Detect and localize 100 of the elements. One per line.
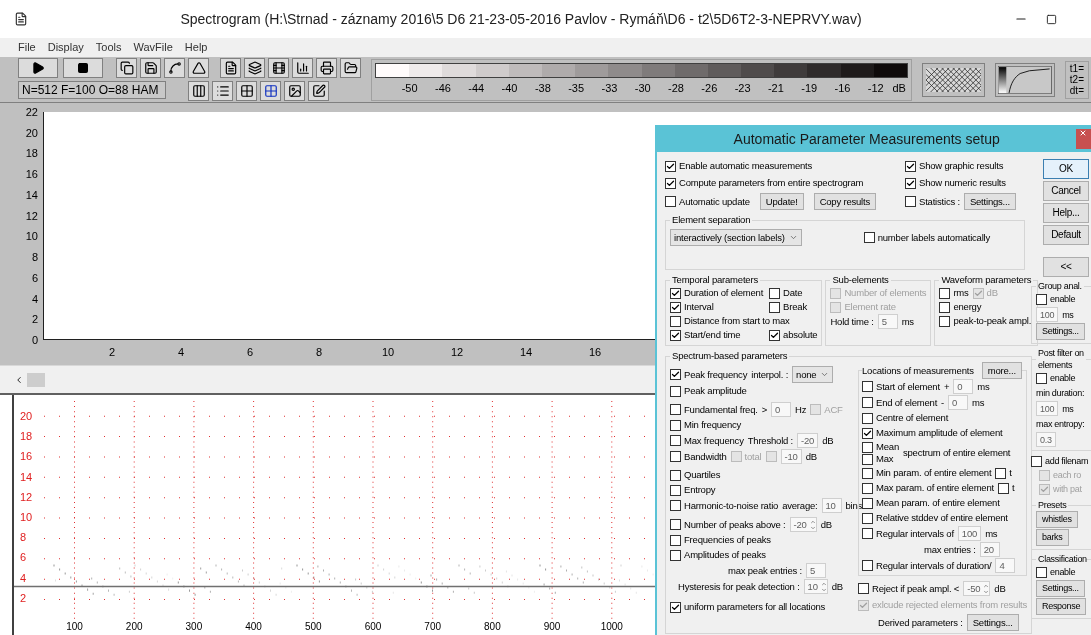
checkbox[interactable]: [1036, 566, 1047, 578]
checkbox[interactable]: [858, 583, 869, 594]
checkbox[interactable]: [1036, 293, 1047, 305]
checkbox[interactable]: [665, 196, 676, 207]
maximize-icon[interactable]: [1046, 13, 1057, 25]
checkbox[interactable]: [670, 369, 681, 380]
stop-button[interactable]: [63, 58, 103, 78]
checkbox[interactable]: [670, 315, 681, 327]
dialog-button[interactable]: whistles: [1036, 511, 1078, 528]
checkbox[interactable]: [670, 534, 681, 546]
input-field[interactable]: 4: [995, 558, 1016, 573]
folder-button[interactable]: [340, 58, 361, 78]
checkbox[interactable]: [670, 451, 681, 462]
menu-item[interactable]: Tools: [95, 39, 122, 56]
checkbox[interactable]: [862, 427, 873, 439]
grid-button[interactable]: [236, 81, 257, 101]
checkbox[interactable]: [665, 177, 676, 189]
curve-button[interactable]: [164, 58, 185, 78]
document-button[interactable]: [220, 58, 241, 78]
input-field[interactable]: 100: [1036, 401, 1059, 416]
dialog-button[interactable]: Cancel: [1043, 181, 1089, 201]
curve-drawing[interactable]: [995, 62, 1055, 97]
copy-button[interactable]: [116, 58, 137, 78]
dialog-button[interactable]: Settings...: [966, 614, 1019, 631]
checkbox[interactable]: [905, 196, 916, 207]
layers-button[interactable]: [244, 58, 265, 78]
dialog-button[interactable]: Copy results: [813, 193, 877, 210]
checkbox[interactable]: [862, 397, 873, 408]
input-field[interactable]: 10: [821, 498, 842, 513]
checkbox[interactable]: [670, 435, 681, 446]
checkbox[interactable]: [862, 441, 873, 453]
dialog-button[interactable]: Help...: [1043, 203, 1089, 223]
checkbox[interactable]: [670, 519, 681, 530]
checkbox[interactable]: [862, 467, 873, 479]
save-button[interactable]: [140, 58, 161, 78]
checkbox[interactable]: [862, 560, 873, 571]
picture-button[interactable]: [284, 81, 305, 101]
checkbox[interactable]: [769, 287, 781, 299]
scroll-left-icon[interactable]: [14, 375, 24, 385]
film-button[interactable]: [268, 58, 289, 78]
checkbox[interactable]: [862, 497, 873, 509]
checkbox[interactable]: [862, 453, 873, 465]
list-button[interactable]: [212, 81, 233, 101]
triangle-button[interactable]: [188, 58, 209, 78]
dialog-button[interactable]: more...: [981, 362, 1022, 379]
checkbox[interactable]: [862, 381, 873, 392]
input-field[interactable]: 20: [979, 542, 1000, 557]
dialog-button[interactable]: OK: [1043, 159, 1089, 179]
columns-button[interactable]: [188, 81, 209, 101]
checkbox[interactable]: [1036, 372, 1047, 384]
dropdown[interactable]: interactively (section labels): [670, 229, 802, 246]
input-field[interactable]: -10: [780, 449, 802, 464]
checkbox[interactable]: [670, 404, 681, 415]
checkbox[interactable]: [670, 385, 681, 397]
checkbox[interactable]: [862, 412, 873, 424]
input-field[interactable]: 100: [957, 526, 982, 541]
scrollbar-thumb[interactable]: [27, 373, 45, 387]
checkbox[interactable]: [769, 301, 781, 313]
checkbox[interactable]: [939, 287, 951, 299]
checkbox[interactable]: [995, 467, 1007, 479]
edit-button[interactable]: [308, 81, 329, 101]
spin-field[interactable]: -20: [789, 517, 817, 532]
input-field[interactable]: -20: [797, 433, 819, 448]
checkbox[interactable]: [670, 601, 681, 613]
checkbox[interactable]: [905, 177, 916, 189]
checkbox[interactable]: [863, 232, 875, 243]
checkbox[interactable]: [1031, 455, 1042, 467]
checkbox[interactable]: [769, 329, 781, 341]
menu-item[interactable]: Help: [184, 39, 208, 56]
dialog-button[interactable]: <<: [1043, 257, 1089, 277]
menu-item[interactable]: WavFile: [133, 39, 173, 56]
menu-item[interactable]: File: [18, 39, 36, 56]
crosshair-grid-button[interactable]: [260, 81, 281, 101]
checkbox[interactable]: [670, 287, 681, 299]
dialog-button[interactable]: Default: [1043, 225, 1089, 245]
checkbox[interactable]: [939, 315, 951, 327]
checkbox[interactable]: [862, 482, 873, 494]
dialog-button[interactable]: Update!: [759, 193, 804, 210]
checkbox[interactable]: [665, 160, 676, 172]
input-field[interactable]: 0: [948, 395, 969, 410]
checkbox[interactable]: [939, 301, 951, 313]
checkbox[interactable]: [670, 500, 681, 511]
checkbox[interactable]: [670, 301, 681, 313]
checkbox[interactable]: [997, 482, 1009, 494]
checkbox[interactable]: [862, 512, 873, 524]
play-button[interactable]: [18, 58, 58, 78]
dialog-button[interactable]: Settings...: [1036, 580, 1085, 597]
input-field[interactable]: 0: [771, 402, 792, 417]
checkbox[interactable]: [670, 469, 681, 481]
input-field[interactable]: 5: [877, 314, 898, 329]
chart-button[interactable]: [292, 58, 313, 78]
dialog-button[interactable]: Settings...: [1036, 323, 1085, 340]
checkbox[interactable]: [862, 528, 873, 539]
input-field[interactable]: 0.3: [1036, 432, 1056, 447]
dialog-button[interactable]: Response: [1036, 598, 1087, 615]
printer-button[interactable]: [316, 58, 337, 78]
input-field[interactable]: 100: [1036, 307, 1059, 322]
menu-item[interactable]: Display: [47, 39, 84, 56]
dialog-button[interactable]: Settings...: [963, 193, 1016, 210]
dropdown[interactable]: none: [792, 366, 834, 383]
